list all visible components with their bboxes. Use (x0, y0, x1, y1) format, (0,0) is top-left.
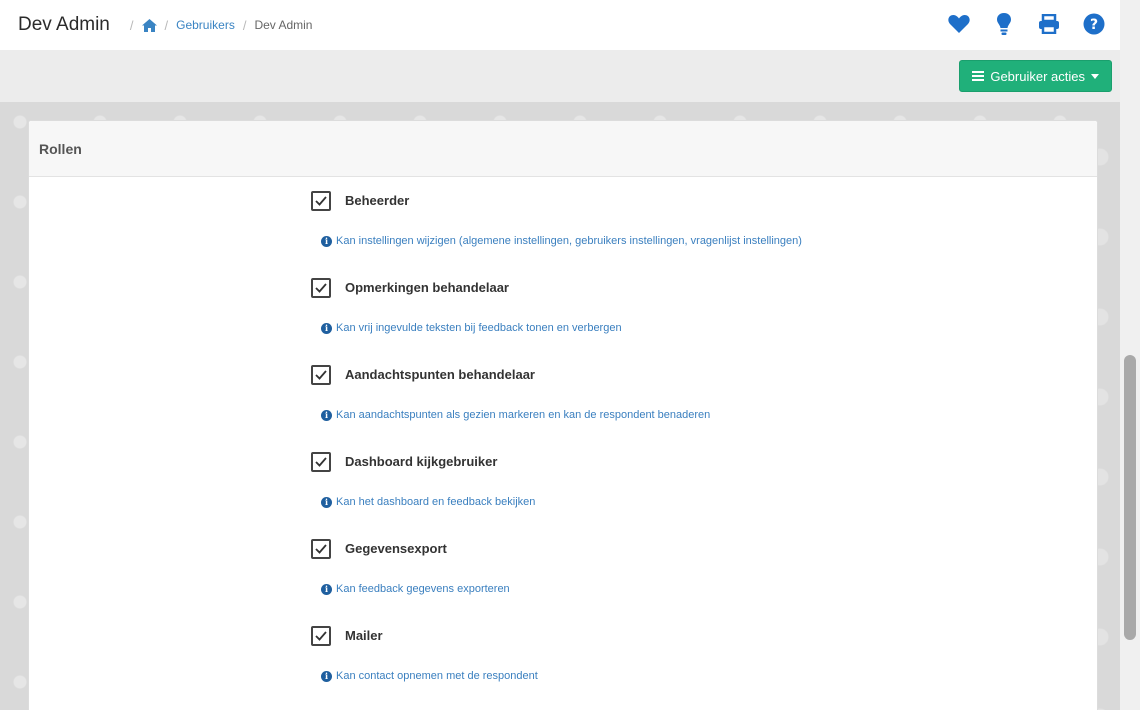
breadcrumb-users-link[interactable]: Gebruikers (176, 18, 235, 32)
role-description: i Kan instellingen wijzigen (algemene ins… (321, 235, 802, 247)
breadcrumb-separator: / (129, 17, 134, 33)
role-item: Mailer i Kan contact opnemen met de respo… (311, 626, 1011, 710)
action-bar: Gebruiker acties (0, 50, 1120, 102)
check-icon (315, 283, 327, 293)
role-description: i Kan feedback gegevens exporteren (321, 583, 510, 595)
role-label: Beheerder (345, 193, 410, 208)
role-description-text: Kan aandachtspunten als gezien markeren … (336, 409, 711, 421)
panel-title: Rollen (29, 121, 1097, 177)
role-checkbox[interactable] (311, 539, 331, 559)
role-item: Gegevensexport i Kan feedback gegevens ex… (311, 539, 1011, 626)
role-item: Opmerkingen behandelaar i Kan vrij ingevu… (311, 278, 1011, 365)
check-icon (315, 370, 327, 380)
vertical-scrollbar[interactable] (1120, 0, 1140, 710)
role-label: Mailer (345, 628, 383, 643)
role-label: Dashboard kijkgebruiker (345, 454, 498, 469)
check-icon (315, 457, 327, 467)
info-icon: i (321, 409, 332, 421)
breadcrumb-separator: / (164, 17, 169, 33)
roles-list: Beheerder i Kan instellingen wijzigen (al… (311, 191, 1011, 710)
info-icon: i (321, 235, 332, 247)
header-icons: ? (947, 12, 1106, 36)
top-bar: Dev Admin / / Gebruikers / Dev Admin ? (0, 0, 1120, 50)
info-icon: i (321, 670, 332, 682)
caret-down-icon (1091, 73, 1099, 79)
role-checkbox[interactable] (311, 191, 331, 211)
breadcrumb-current: Dev Admin (254, 18, 313, 32)
check-icon (315, 631, 327, 641)
info-icon: i (321, 496, 332, 508)
role-description: i Kan contact opnemen met de respondent (321, 670, 538, 682)
role-description-text: Kan feedback gegevens exporteren (336, 583, 510, 595)
question-circle-icon[interactable]: ? (1082, 12, 1106, 36)
role-checkbox[interactable] (311, 626, 331, 646)
scrollbar-thumb[interactable] (1124, 355, 1136, 640)
role-label: Gegevensexport (345, 541, 447, 556)
printer-icon[interactable] (1037, 12, 1061, 36)
lightbulb-icon[interactable] (992, 12, 1016, 36)
heart-icon[interactable] (947, 12, 971, 36)
role-checkbox[interactable] (311, 452, 331, 472)
role-description-text: Kan contact opnemen met de respondent (336, 670, 538, 682)
role-description-text: Kan het dashboard en feedback bekijken (336, 496, 536, 508)
role-label: Aandachtspunten behandelaar (345, 367, 535, 382)
role-description-text: Kan instellingen wijzigen (algemene inst… (336, 235, 802, 247)
role-description-text: Kan vrij ingevulde teksten bij feedback … (336, 322, 622, 334)
role-checkbox[interactable] (311, 365, 331, 385)
user-actions-label: Gebruiker acties (990, 68, 1085, 84)
breadcrumb-separator: / (242, 17, 247, 33)
role-description: i Kan aandachtspunten als gezien markeren… (321, 409, 710, 421)
check-icon (315, 196, 327, 206)
user-actions-button[interactable]: Gebruiker acties (959, 60, 1112, 92)
role-label: Opmerkingen behandelaar (345, 280, 509, 295)
page-title: Dev Admin (18, 14, 110, 35)
home-icon[interactable] (141, 18, 157, 32)
role-description: i Kan het dashboard en feedback bekijken (321, 496, 535, 508)
role-item: Aandachtspunten behandelaar i Kan aandach… (311, 365, 1011, 452)
role-item: Beheerder i Kan instellingen wijzigen (al… (311, 191, 1011, 278)
role-item: Dashboard kijkgebruiker i Kan het dashboa… (311, 452, 1011, 539)
svg-text:?: ? (1090, 17, 1098, 33)
info-icon: i (321, 583, 332, 595)
check-icon (315, 544, 327, 554)
role-checkbox[interactable] (311, 278, 331, 298)
info-icon: i (321, 322, 332, 334)
menu-icon (972, 71, 985, 81)
roles-panel: Rollen Beheerder i Kan instellingen wijzi… (28, 120, 1098, 710)
role-description: i Kan vrij ingevulde teksten bij feedback… (321, 322, 622, 334)
